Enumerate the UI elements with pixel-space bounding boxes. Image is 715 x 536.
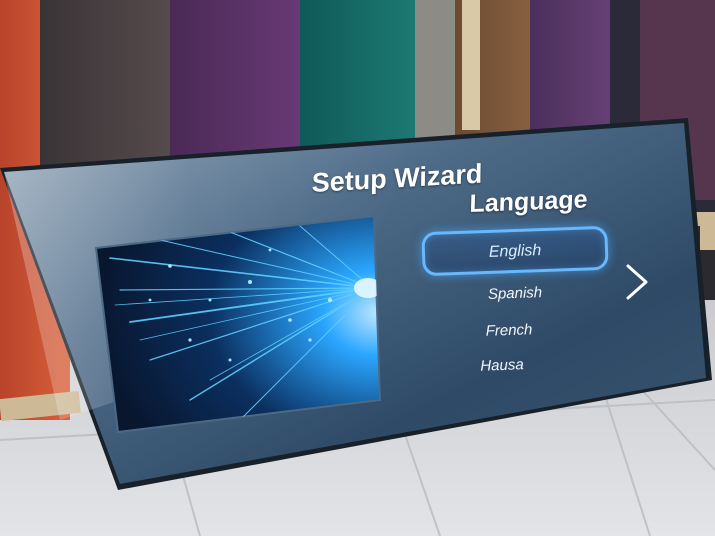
- language-option-spanish[interactable]: Spanish: [470, 283, 561, 303]
- chevron-right-icon[interactable]: [622, 262, 652, 302]
- language-option-french[interactable]: French: [466, 321, 553, 341]
- language-option-hausa[interactable]: Hausa: [460, 356, 545, 376]
- wizard-preview-image: [94, 214, 382, 434]
- section-title: Language: [469, 185, 588, 219]
- tv-screen: [0, 118, 712, 490]
- photo-scene: Setup Wizard Language English Spanish Fr…: [0, 0, 715, 536]
- language-option-label: English: [488, 242, 542, 261]
- language-option-english[interactable]: English: [421, 225, 609, 277]
